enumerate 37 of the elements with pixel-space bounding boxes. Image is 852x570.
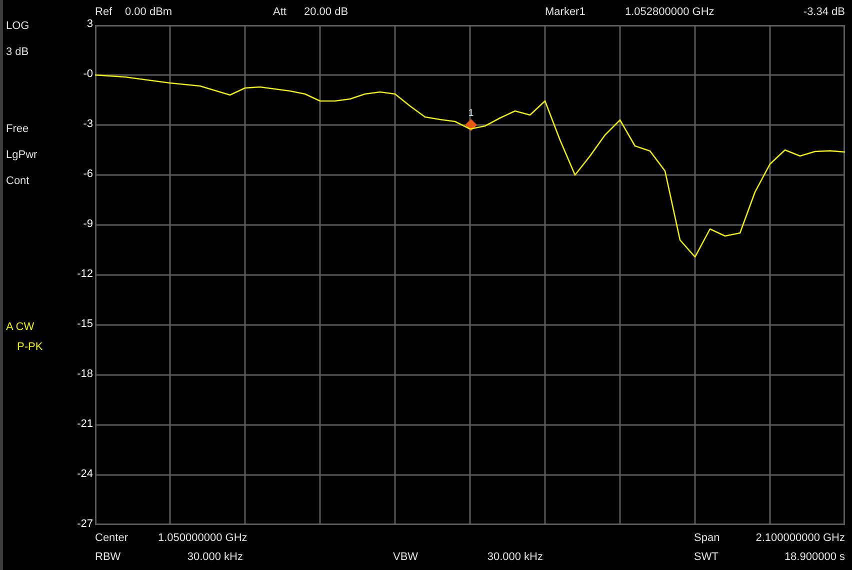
axis-tick-label: -18 bbox=[77, 367, 93, 381]
rbw-label: RBW bbox=[95, 550, 122, 564]
axis-tick-label: -0 bbox=[83, 67, 93, 81]
center-value: 1.050000000 GHz bbox=[158, 531, 248, 545]
mode-label: Cont bbox=[6, 174, 30, 188]
vbw-label: VBW bbox=[393, 550, 420, 564]
span-label: Span bbox=[694, 531, 721, 545]
span-value: 2.100000000 GHz bbox=[754, 531, 845, 545]
att-label: Att bbox=[273, 4, 288, 18]
marker-frequency: 1.052800000 GHz bbox=[625, 4, 716, 18]
axis-tick-label: -12 bbox=[77, 267, 93, 281]
mode-label: Free bbox=[6, 122, 29, 136]
axis-tick-label: -9 bbox=[83, 217, 93, 231]
trace-mode-label: A CW bbox=[6, 320, 34, 334]
rbw-value: 30.000 kHz bbox=[186, 550, 243, 564]
axis-tick-label: -15 bbox=[77, 317, 93, 331]
att-value: 20.00 dB bbox=[304, 4, 350, 18]
axis-tick-label: -6 bbox=[83, 167, 93, 181]
marker-label: 1 bbox=[468, 108, 474, 119]
scale-label: 3 dB bbox=[6, 45, 29, 59]
trace-mode-label: P-PK bbox=[16, 340, 43, 354]
vbw-value: 30.000 kHz bbox=[486, 550, 543, 564]
axis-tick-label: -21 bbox=[77, 417, 93, 431]
axis-tick-label: -3 bbox=[83, 117, 93, 131]
axis-tick-label: -27 bbox=[77, 517, 93, 531]
swt-value: 18.900000 s bbox=[783, 550, 845, 564]
ref-label: Ref bbox=[95, 4, 114, 18]
axis-tick-label: 3 bbox=[86, 17, 93, 31]
marker-name: Marker1 bbox=[545, 4, 586, 18]
center-label: Center bbox=[95, 531, 130, 545]
scale-label: LOG bbox=[6, 19, 30, 33]
swt-label: SWT bbox=[694, 550, 720, 564]
ref-value: 0.00 dBm bbox=[125, 4, 174, 18]
marker-level: -3.34 dB bbox=[803, 4, 845, 18]
mode-label: LgPwr bbox=[6, 148, 38, 162]
axis-tick-label: -24 bbox=[77, 467, 93, 481]
marker-icon[interactable] bbox=[465, 119, 477, 131]
